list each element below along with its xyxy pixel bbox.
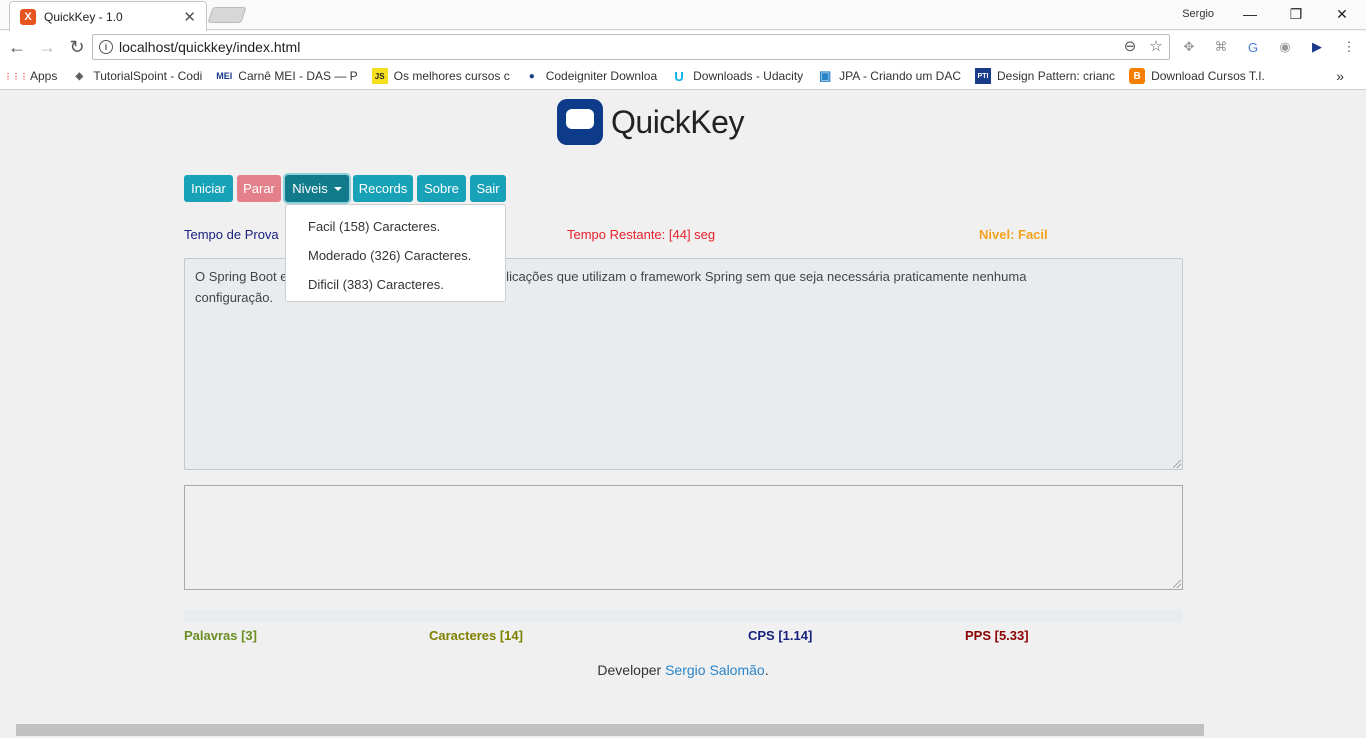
logo-text: QuickKey <box>611 103 744 140</box>
footer-prefix: Developer <box>597 662 666 678</box>
footer: Developer Sergio Salomão. <box>0 662 1366 678</box>
info-icon[interactable]: i <box>99 40 113 54</box>
bookmark-label: Apps <box>30 69 58 83</box>
more-bookmarks-icon[interactable]: » <box>1336 68 1344 84</box>
about-button[interactable]: Sobre <box>417 175 466 202</box>
bookmark-label: Downloads - Udacity <box>693 69 804 83</box>
blogger-icon: B <box>1129 68 1146 84</box>
level-easy-option[interactable]: Facil (158) Caracteres. <box>286 212 505 241</box>
resize-handle-icon[interactable] <box>1173 580 1181 588</box>
horizontal-scrollbar[interactable] <box>0 722 1366 738</box>
zoom-icon[interactable]: ⊖ <box>1121 37 1139 55</box>
bookmark-item[interactable]: PTI Design Pattern: crianc <box>975 68 1115 84</box>
levels-dropdown-menu: Facil (158) Caracteres. Moderado (326) C… <box>285 204 506 302</box>
tab-close-icon[interactable]: ✕ <box>183 8 196 26</box>
levels-button-label: Niveis <box>292 181 328 196</box>
bookmark-star-icon[interactable]: ☆ <box>1147 37 1165 55</box>
minimize-icon[interactable]: — <box>1230 2 1270 26</box>
level-moderate-option[interactable]: Moderado (326) Caracteres. <box>286 241 505 270</box>
test-time-label: Tempo de Prova <box>184 227 279 242</box>
translate-extension-icon[interactable]: G <box>1242 37 1264 57</box>
level-hard-option[interactable]: Dificil (383) Caracteres. <box>286 270 505 299</box>
doc-icon: ▣ <box>819 68 832 83</box>
typing-input[interactable] <box>184 485 1183 590</box>
url-text[interactable]: localhost/quickkey/index.html <box>119 39 300 55</box>
restore-icon[interactable]: ❐ <box>1276 2 1316 26</box>
web-extension-icon[interactable]: ◉ <box>1274 37 1296 57</box>
pti-icon: PTI <box>975 68 991 84</box>
progress-bar <box>184 609 1183 623</box>
start-button[interactable]: Iniciar <box>184 175 233 202</box>
bookmark-item[interactable]: ⋮⋮⋮ Apps <box>4 68 58 84</box>
tutorialspoint-icon: ◈ <box>75 70 84 82</box>
bookmark-label: JPA - Criando um DAC <box>839 69 961 83</box>
title-bar: X QuickKey - 1.0 ✕ Sergio — ❐ ✕ <box>0 0 1366 31</box>
pdf-extension-icon[interactable]: ⌘ <box>1210 37 1232 57</box>
bookmark-label: Os melhores cursos c <box>393 69 510 83</box>
cps-metric: CPS [1.14] <box>748 628 813 643</box>
tab-title: QuickKey - 1.0 <box>44 9 123 24</box>
bookmark-label: Download Cursos T.I. <box>1151 69 1265 83</box>
chars-metric: Caracteres [14] <box>429 628 523 643</box>
back-arrow-icon[interactable]: ← <box>4 34 30 60</box>
xampp-favicon-icon: X <box>20 8 36 25</box>
codeigniter-icon: ● <box>528 70 535 82</box>
developer-link[interactable]: Sergio Salomão <box>665 662 765 678</box>
resize-handle-icon[interactable] <box>1173 460 1181 468</box>
bookmark-label: TutorialSpoint - Codi <box>93 69 203 83</box>
bookmark-item[interactable]: U Downloads - Udacity <box>671 68 803 84</box>
bookmark-item[interactable]: JS Os melhores cursos c <box>371 68 510 84</box>
js-icon: JS <box>371 68 388 84</box>
profile-name[interactable]: Sergio <box>1182 8 1214 20</box>
play-extension-icon[interactable]: ▶ <box>1306 37 1328 57</box>
pps-metric: PPS [5.33] <box>965 628 1029 643</box>
stop-button[interactable]: Parar <box>237 175 281 202</box>
bookmark-item[interactable]: ◈ TutorialSpoint - Codi <box>71 68 203 84</box>
bookmark-item[interactable]: B Download Cursos T.I. <box>1129 68 1265 84</box>
dropbox-extension-icon[interactable]: ✥ <box>1178 37 1200 57</box>
reference-text-end: configuração. <box>195 290 274 305</box>
caret-down-icon <box>333 186 342 191</box>
forward-arrow-icon[interactable]: → <box>34 34 60 60</box>
bookmark-item[interactable]: ● Codeigniter Downloa <box>524 68 657 84</box>
bookmark-label: Carnê MEI - DAS — P <box>238 69 358 83</box>
reference-text-start: O Spring Boot e <box>195 269 288 284</box>
browser-toolbar: ← → ↻ i localhost/quickkey/index.html ⊖ … <box>0 31 1366 63</box>
mei-icon: MEI <box>216 71 233 81</box>
chat-bubble-logo-icon <box>557 99 603 145</box>
level-indicator: Nivel: Facil <box>979 227 1048 242</box>
reference-text-middle: nento de aplicações que utilizam o frame… <box>437 269 1027 284</box>
remaining-time: Tempo Restante: [44] seg <box>567 227 716 242</box>
reload-icon[interactable]: ↻ <box>64 34 90 60</box>
udacity-icon: U <box>674 68 684 84</box>
app-logo: QuickKey <box>557 99 744 145</box>
footer-suffix: . <box>764 662 769 678</box>
scrollbar-thumb[interactable] <box>16 724 1204 736</box>
words-metric: Palavras [3] <box>184 628 257 643</box>
address-bar[interactable]: i localhost/quickkey/index.html ⊖ ☆ <box>92 34 1170 60</box>
levels-dropdown-button[interactable]: Niveis <box>285 175 349 202</box>
new-tab-button[interactable] <box>207 7 247 23</box>
close-window-icon[interactable]: ✕ <box>1322 2 1362 26</box>
exit-button[interactable]: Sair <box>470 175 506 202</box>
bookmark-item[interactable]: ▣ JPA - Criando um DAC <box>817 68 961 84</box>
bookmark-label: Design Pattern: crianc <box>997 69 1116 83</box>
bookmarks-bar: ⋮⋮⋮ Apps ◈ TutorialSpoint - Codi MEI Car… <box>0 63 1366 90</box>
chrome-menu-icon[interactable]: ⋮ <box>1338 37 1360 57</box>
apps-grid-icon: ⋮⋮⋮ <box>4 71 28 81</box>
bookmark-item[interactable]: MEI Carnê MEI - DAS — P <box>216 68 357 84</box>
records-button[interactable]: Records <box>353 175 413 202</box>
browser-tab[interactable]: X QuickKey - 1.0 ✕ <box>9 1 207 31</box>
bookmark-label: Codeigniter Downloa <box>545 69 658 83</box>
